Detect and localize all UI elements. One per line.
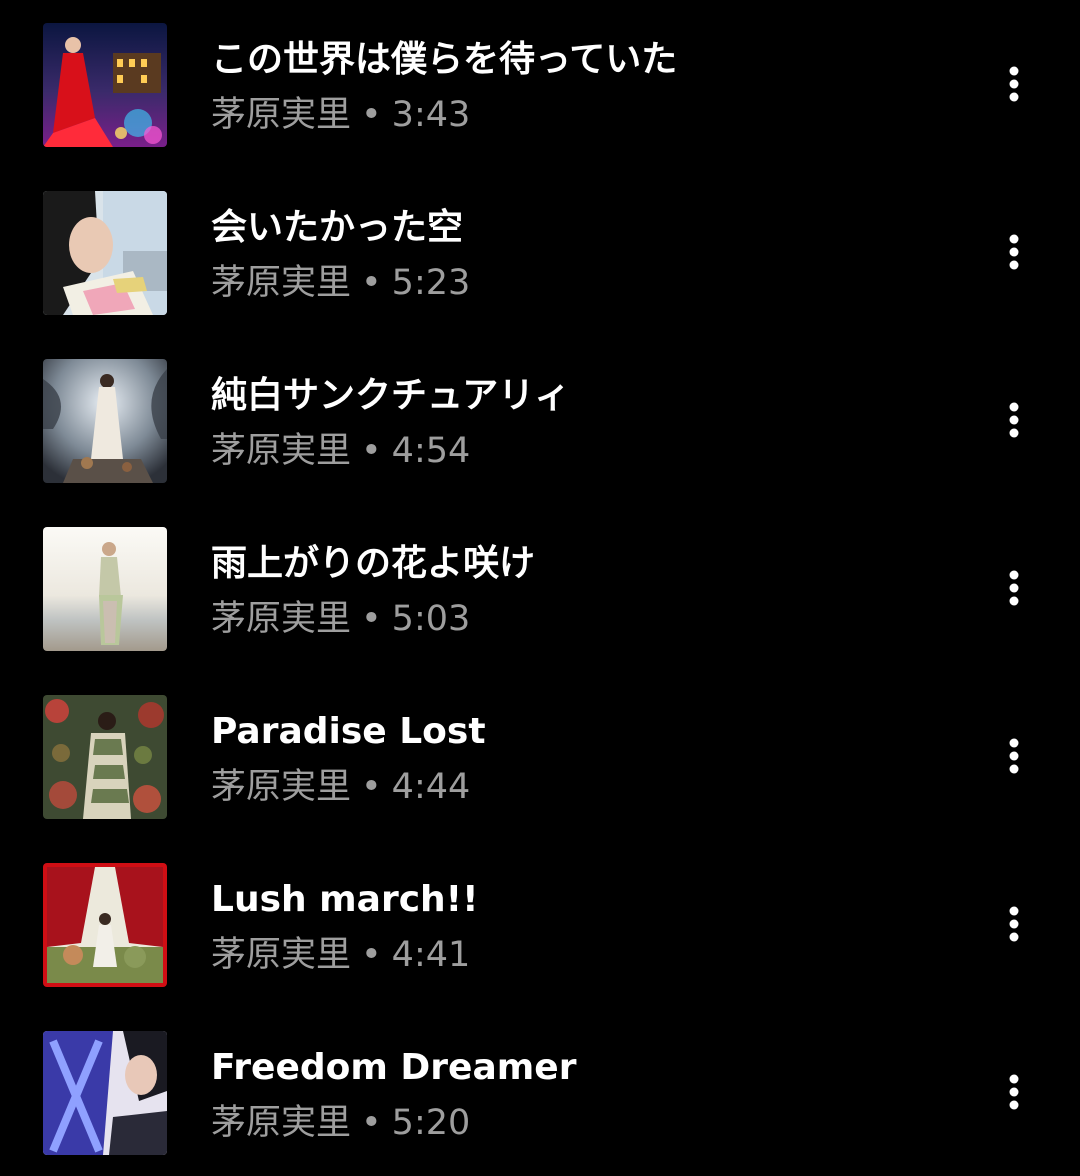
track-duration: 5:23 xyxy=(391,263,471,303)
more-options-button[interactable] xyxy=(989,1044,1039,1140)
meta-separator: • xyxy=(361,935,382,975)
track-row[interactable]: Paradise Lost 茅原実里 • 4:44 xyxy=(0,672,1080,840)
meta-separator: • xyxy=(361,1103,382,1143)
track-meta: 茅原実里 • 5:03 xyxy=(211,596,470,642)
track-title[interactable]: Paradise Lost xyxy=(211,709,486,755)
artist-name: 茅原実里 xyxy=(211,935,352,975)
more-options-button[interactable] xyxy=(989,36,1039,132)
more-vertical-icon xyxy=(1009,738,1019,774)
album-thumbnail[interactable] xyxy=(43,191,167,315)
track-meta: 茅原実里 • 3:43 xyxy=(211,92,470,138)
album-thumbnail[interactable] xyxy=(43,1031,167,1155)
track-duration: 4:44 xyxy=(391,767,471,807)
track-duration: 5:20 xyxy=(391,1103,471,1143)
album-thumbnail[interactable] xyxy=(43,527,167,651)
more-vertical-icon xyxy=(1009,234,1019,270)
more-vertical-icon xyxy=(1009,1074,1019,1110)
track-title[interactable]: 純白サンクチュアリィ xyxy=(211,373,570,419)
album-thumbnail[interactable] xyxy=(43,23,167,147)
meta-separator: • xyxy=(361,263,382,303)
track-row[interactable]: この世界は僕らを待っていた 茅原実里 • 3:43 xyxy=(0,0,1080,168)
track-row[interactable]: 会いたかった空 茅原実里 • 5:23 xyxy=(0,168,1080,336)
album-thumbnail[interactable] xyxy=(43,359,167,483)
track-duration: 4:41 xyxy=(391,935,471,975)
artist-name: 茅原実里 xyxy=(211,599,352,639)
more-vertical-icon xyxy=(1009,402,1019,438)
more-vertical-icon xyxy=(1009,906,1019,942)
artist-name: 茅原実里 xyxy=(211,767,352,807)
track-row[interactable]: 純白サンクチュアリィ 茅原実里 • 4:54 xyxy=(0,336,1080,504)
more-options-button[interactable] xyxy=(989,876,1039,972)
more-options-button[interactable] xyxy=(989,372,1039,468)
meta-separator: • xyxy=(361,599,382,639)
track-duration: 4:54 xyxy=(391,431,471,471)
artist-name: 茅原実里 xyxy=(211,1103,352,1143)
track-meta: 茅原実里 • 4:54 xyxy=(211,428,470,474)
track-duration: 5:03 xyxy=(391,599,471,639)
meta-separator: • xyxy=(361,767,382,807)
track-duration: 3:43 xyxy=(391,95,471,135)
track-list: この世界は僕らを待っていた 茅原実里 • 3:43 会いたかった空 茅原実里 •… xyxy=(0,0,1080,1171)
track-row[interactable]: Freedom Dreamer 茅原実里 • 5:20 xyxy=(0,1008,1080,1176)
more-options-button[interactable] xyxy=(989,708,1039,804)
artist-name: 茅原実里 xyxy=(211,95,352,135)
track-title[interactable]: Freedom Dreamer xyxy=(211,1045,576,1091)
meta-separator: • xyxy=(361,431,382,471)
meta-separator: • xyxy=(361,95,382,135)
track-meta: 茅原実里 • 4:41 xyxy=(211,932,470,978)
track-title[interactable]: この世界は僕らを待っていた xyxy=(211,37,677,83)
album-thumbnail[interactable] xyxy=(43,695,167,819)
track-meta: 茅原実里 • 5:23 xyxy=(211,260,470,306)
artist-name: 茅原実里 xyxy=(211,263,352,303)
more-vertical-icon xyxy=(1009,66,1019,102)
album-thumbnail[interactable] xyxy=(43,863,167,987)
artist-name: 茅原実里 xyxy=(211,431,352,471)
track-row[interactable]: Lush march!! 茅原実里 • 4:41 xyxy=(0,840,1080,1008)
more-options-button[interactable] xyxy=(989,540,1039,636)
track-title[interactable]: 雨上がりの花よ咲け xyxy=(211,541,535,587)
track-title[interactable]: 会いたかった空 xyxy=(211,205,463,251)
more-vertical-icon xyxy=(1009,570,1019,606)
more-options-button[interactable] xyxy=(989,204,1039,300)
track-meta: 茅原実里 • 5:20 xyxy=(211,1100,470,1146)
track-meta: 茅原実里 • 4:44 xyxy=(211,764,470,810)
track-row[interactable]: 雨上がりの花よ咲け 茅原実里 • 5:03 xyxy=(0,504,1080,672)
track-title[interactable]: Lush march!! xyxy=(211,877,479,923)
